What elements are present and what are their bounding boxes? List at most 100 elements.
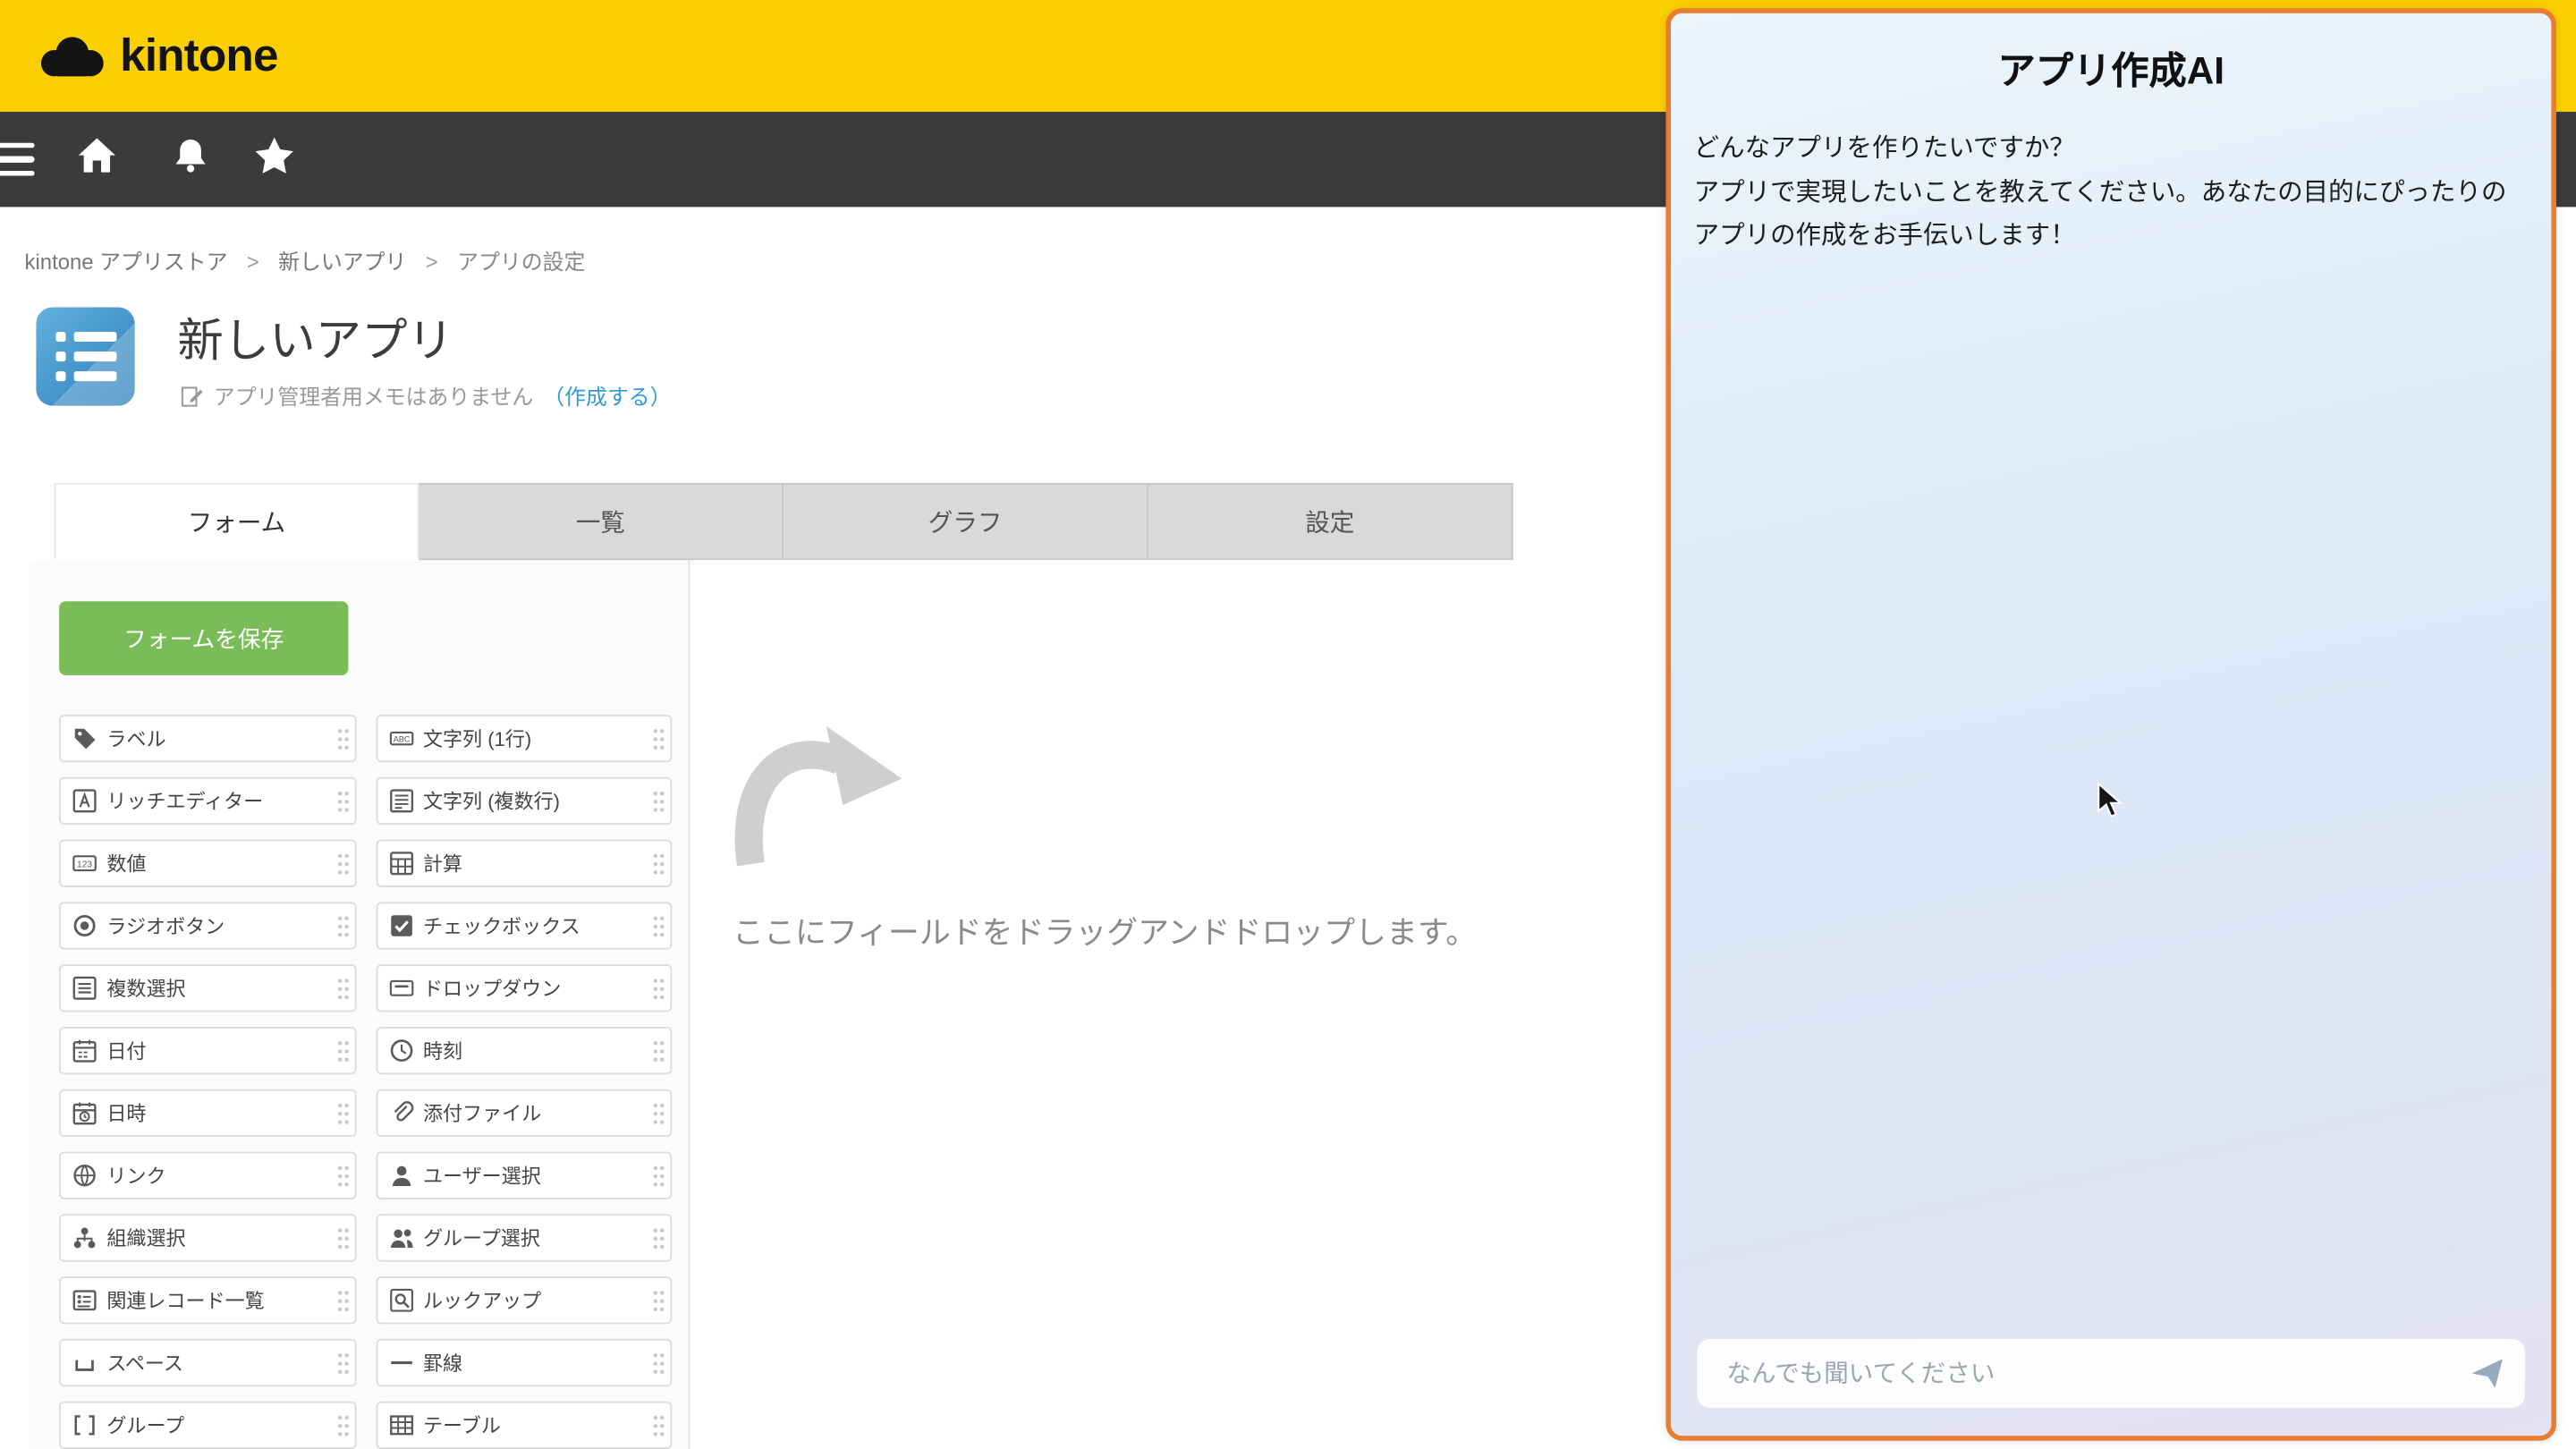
hr-icon — [388, 1351, 413, 1376]
drag-handle-icon[interactable] — [336, 1413, 350, 1438]
field-item[interactable]: リンク — [59, 1152, 356, 1199]
field-item[interactable]: 複数選択 — [59, 964, 356, 1012]
drag-handle-icon[interactable] — [336, 789, 350, 814]
time-icon — [388, 1038, 413, 1063]
drag-handle-icon[interactable] — [652, 1413, 665, 1438]
kintone-cloud-icon — [39, 34, 105, 79]
ai-assistant-panel: アプリ作成AI どんなアプリを作りたいですか？ アプリで実現したいことを教えてく… — [1665, 8, 2556, 1441]
favorites-star-icon[interactable] — [253, 135, 296, 184]
svg-text:ABC: ABC — [393, 734, 410, 743]
field-item[interactable]: ルックアップ — [376, 1276, 673, 1324]
breadcrumb-app-store[interactable]: kintone アプリストア — [25, 250, 228, 275]
multiselect-icon — [72, 976, 97, 1001]
field-item[interactable]: 計算 — [376, 840, 673, 887]
field-item[interactable]: チェックボックス — [376, 902, 673, 949]
drag-handle-icon[interactable] — [652, 1101, 665, 1126]
field-item[interactable]: ドロップダウン — [376, 964, 673, 1012]
link-icon — [72, 1163, 97, 1188]
drag-handle-icon[interactable] — [652, 1288, 665, 1313]
drag-handle-icon[interactable] — [652, 1351, 665, 1376]
richtext-icon — [72, 789, 97, 814]
drag-handle-icon[interactable] — [336, 913, 350, 938]
ai-message: どんなアプリを作りたいですか？ アプリで実現したいことを教えてください。あなたの… — [1671, 96, 2551, 260]
radio-icon — [72, 913, 97, 938]
tab-list[interactable]: 一覧 — [419, 483, 784, 560]
number-icon: 123 — [72, 851, 97, 876]
org-icon — [72, 1225, 97, 1250]
ai-chat-input[interactable] — [1724, 1358, 2470, 1389]
field-item[interactable]: 日付 — [59, 1027, 356, 1074]
user-icon — [388, 1163, 413, 1188]
text-multi-icon — [388, 789, 413, 814]
field-item[interactable]: 時刻 — [376, 1027, 673, 1074]
kintone-logo[interactable]: kintone — [39, 30, 277, 82]
lookup-icon — [388, 1288, 413, 1313]
field-item[interactable]: グループ選択 — [376, 1214, 673, 1261]
attachment-icon — [388, 1101, 413, 1126]
drag-handle-icon[interactable] — [652, 913, 665, 938]
drag-handle-icon[interactable] — [652, 726, 665, 751]
tab-settings[interactable]: 設定 — [1148, 483, 1513, 560]
tab-bar: フォーム 一覧 グラフ 設定 — [55, 483, 1513, 560]
hamburger-menu-icon[interactable] — [0, 143, 35, 176]
field-item[interactable]: スペース — [59, 1339, 356, 1386]
drag-handle-icon[interactable] — [336, 726, 350, 751]
page-title: 新しいアプリ — [177, 306, 453, 371]
drag-handle-icon[interactable] — [652, 1038, 665, 1063]
field-item[interactable]: 日時 — [59, 1089, 356, 1137]
drag-handle-icon[interactable] — [652, 1225, 665, 1250]
drag-handle-icon[interactable] — [336, 1225, 350, 1250]
form-fields-palette: フォームを保存 ラベル リッチエディター 123 数値 — [30, 560, 690, 1449]
svg-text:123: 123 — [77, 860, 92, 870]
text-single-icon: ABC — [388, 726, 413, 751]
send-icon[interactable] — [2470, 1355, 2505, 1391]
field-item[interactable]: グループ — [59, 1402, 356, 1449]
brand-name: kintone — [120, 30, 277, 82]
save-form-button[interactable]: フォームを保存 — [59, 601, 348, 675]
field-item[interactable]: 123 数値 — [59, 840, 356, 887]
drag-handle-icon[interactable] — [336, 851, 350, 876]
space-icon — [72, 1351, 97, 1376]
admin-memo-row: アプリ管理者用メモはありません （作成する） — [181, 379, 672, 411]
screen: kintone kintone アプリストア > 新しいアプリ > アプリの設定… — [0, 0, 2576, 1449]
notifications-bell-icon[interactable] — [171, 135, 210, 184]
datetime-icon — [72, 1101, 97, 1126]
home-icon[interactable] — [75, 136, 118, 183]
app-icon[interactable] — [36, 307, 134, 405]
field-item[interactable]: 関連レコード一覧 — [59, 1276, 356, 1324]
drag-handle-icon[interactable] — [336, 1101, 350, 1126]
calc-icon — [388, 851, 413, 876]
field-item[interactable]: リッチエディター — [59, 777, 356, 825]
create-memo-link[interactable]: （作成する） — [543, 379, 671, 411]
field-item[interactable]: 組織選択 — [59, 1214, 356, 1261]
field-item[interactable]: テーブル — [376, 1402, 673, 1449]
table-icon — [388, 1413, 413, 1438]
dropdown-icon — [388, 976, 413, 1001]
breadcrumb-new-app[interactable]: 新しいアプリ — [278, 250, 406, 275]
date-icon — [72, 1038, 97, 1063]
checkbox-icon — [388, 913, 413, 938]
users-icon — [388, 1225, 413, 1250]
ai-input-row — [1697, 1339, 2525, 1408]
drag-handle-icon[interactable] — [652, 976, 665, 1001]
field-item[interactable]: ABC 文字列 (1行) — [376, 715, 673, 762]
drag-handle-icon[interactable] — [652, 851, 665, 876]
field-item[interactable]: ラジオボタン — [59, 902, 356, 949]
related-icon — [72, 1288, 97, 1313]
drag-handle-icon[interactable] — [652, 1163, 665, 1188]
drop-arrow-icon — [724, 716, 909, 881]
drag-handle-icon[interactable] — [652, 789, 665, 814]
drag-handle-icon[interactable] — [336, 976, 350, 1001]
field-item[interactable]: ラベル — [59, 715, 356, 762]
field-item[interactable]: ユーザー選択 — [376, 1152, 673, 1199]
tab-form[interactable]: フォーム — [55, 483, 419, 560]
drag-handle-icon[interactable] — [336, 1288, 350, 1313]
mouse-cursor — [2093, 782, 2126, 818]
field-item[interactable]: 罫線 — [376, 1339, 673, 1386]
drag-handle-icon[interactable] — [336, 1351, 350, 1376]
field-item[interactable]: 文字列 (複数行) — [376, 777, 673, 825]
drag-handle-icon[interactable] — [336, 1163, 350, 1188]
drag-handle-icon[interactable] — [336, 1038, 350, 1063]
field-item[interactable]: 添付ファイル — [376, 1089, 673, 1137]
tab-graph[interactable]: グラフ — [784, 483, 1148, 560]
